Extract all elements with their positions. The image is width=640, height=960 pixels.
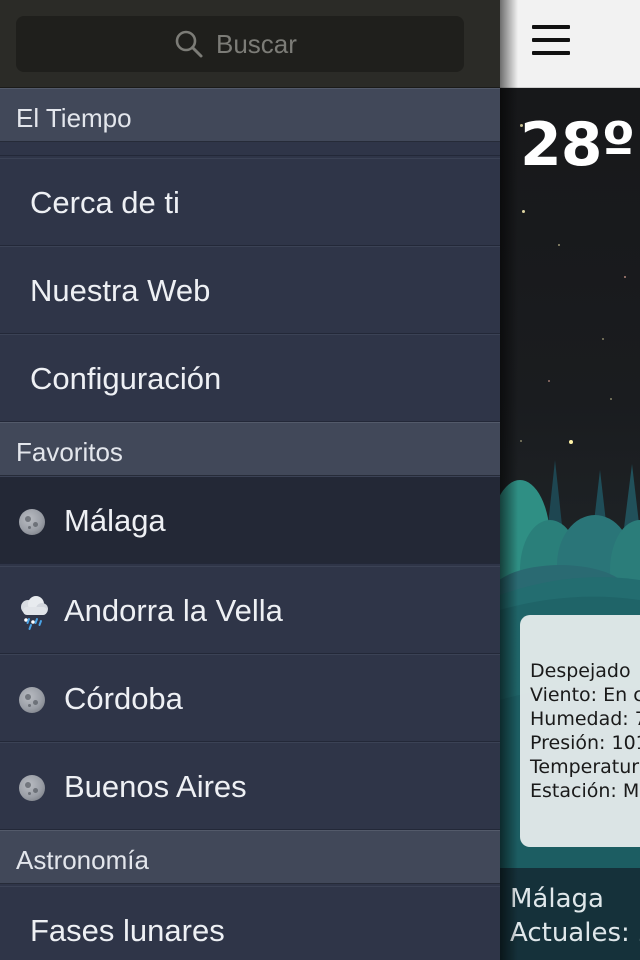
favorite-item-cordoba[interactable]: Córdoba: [0, 654, 500, 742]
favorite-item-label: Córdoba: [64, 681, 183, 716]
moon-icon: [19, 687, 45, 713]
humidity-text: Humedad: 7: [530, 708, 640, 730]
search-placeholder: Buscar: [216, 29, 297, 59]
menu-item-label: Nuestra Web: [30, 273, 211, 308]
favorite-item-label: Andorra la Vella: [64, 593, 283, 628]
section-divider: [0, 142, 500, 156]
search-bar: Buscar: [0, 0, 500, 88]
search-input[interactable]: Buscar: [16, 16, 464, 72]
hamburger-menu-icon[interactable]: [532, 25, 570, 57]
moon-icon: [19, 509, 45, 535]
menu-item-configuracion[interactable]: Configuración: [0, 334, 500, 422]
footer-city: Málaga: [510, 884, 604, 914]
temperature-detail-text: Temperatura: [530, 756, 640, 778]
favorite-item-andorra-la-vella[interactable]: Andorra la Vella: [0, 566, 500, 654]
favorite-item-label: Buenos Aires: [64, 769, 247, 804]
search-icon: [175, 30, 203, 58]
menu-item-label: Configuración: [30, 361, 222, 396]
footer-current: Actuales: 2: [510, 918, 640, 948]
snow-rain-cloud-icon: [21, 596, 48, 630]
moon-icon: [19, 775, 45, 801]
weather-main-panel: 28º Despejado Viento: En c Humedad: 7 Pr…: [500, 0, 640, 960]
drawer-edge-shadow: [500, 0, 518, 960]
condition-text: Despejado: [530, 660, 631, 682]
favorite-item-malaga[interactable]: Málaga: [0, 476, 500, 564]
section-header-el-tiempo: El Tiempo: [0, 88, 500, 142]
wind-text: Viento: En c: [530, 684, 640, 706]
menu-item-cerca-de-ti[interactable]: Cerca de ti: [0, 158, 500, 246]
top-navigation-bar: [500, 0, 640, 88]
menu-item-label: Cerca de ti: [30, 185, 180, 220]
menu-item-label: Fases lunares: [30, 913, 225, 948]
current-temperature: 28º: [520, 110, 635, 180]
station-text: Estación: M: [530, 780, 640, 802]
pressure-text: Presión: 101: [530, 732, 640, 754]
section-header-favoritos: Favoritos: [0, 422, 500, 476]
favorite-item-label: Málaga: [64, 503, 166, 538]
favorite-item-buenos-aires[interactable]: Buenos Aires: [0, 742, 500, 830]
location-footer: Málaga Actuales: 2: [500, 868, 640, 960]
menu-item-nuestra-web[interactable]: Nuestra Web: [0, 246, 500, 334]
section-header-astronomia: Astronomía: [0, 830, 500, 884]
menu-item-fases-lunares[interactable]: Fases lunares: [0, 886, 500, 960]
weather-details-card: Despejado Viento: En c Humedad: 7 Presió…: [520, 615, 640, 847]
navigation-drawer: Buscar El Tiempo Cerca de ti Nuestra Web…: [0, 0, 500, 960]
